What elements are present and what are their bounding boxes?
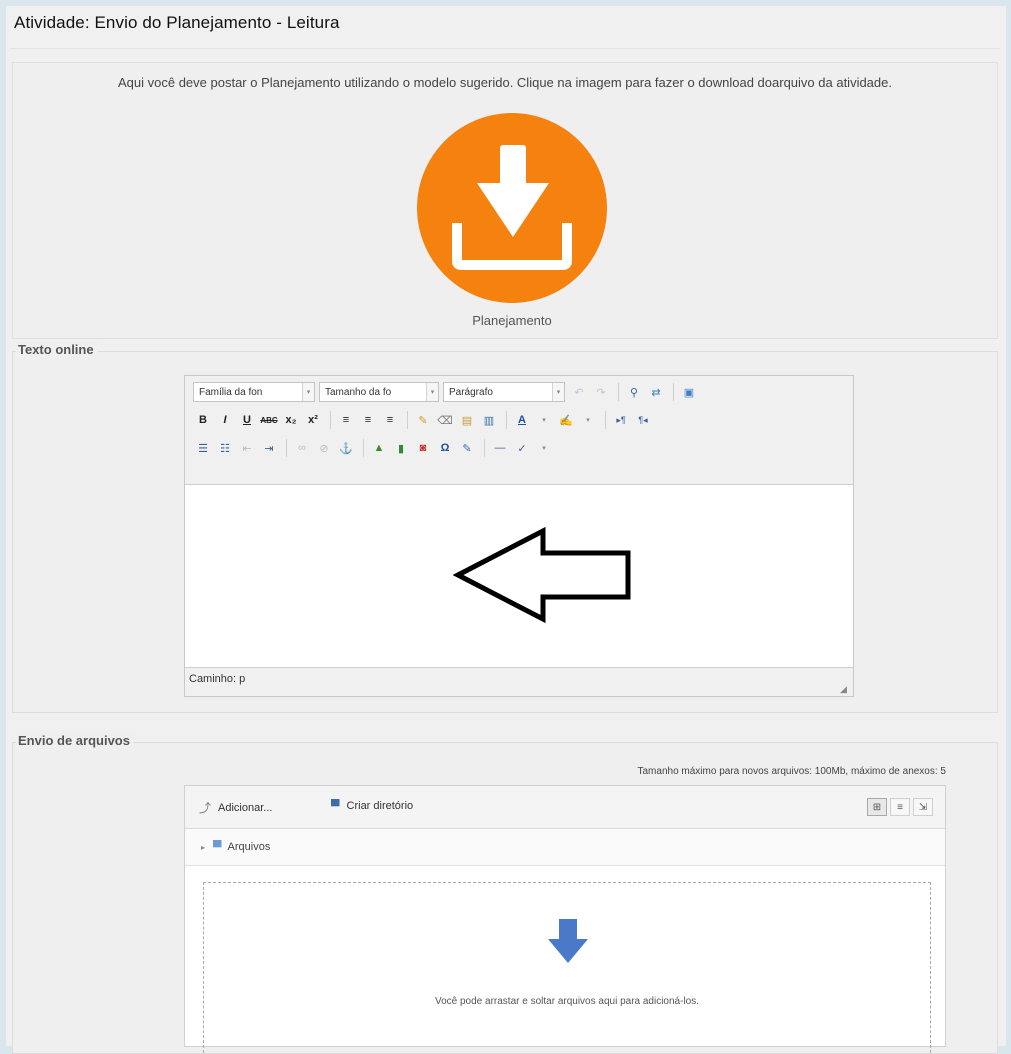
- download-arrow-icon: [452, 145, 572, 270]
- indent-icon[interactable]: ⇥: [259, 438, 279, 458]
- fullscreen-icon[interactable]: ▣: [679, 382, 699, 402]
- title-divider: [10, 48, 1000, 49]
- download-caption[interactable]: Planejamento: [412, 313, 612, 328]
- link-icon[interactable]: ∞: [292, 438, 312, 458]
- chevron-down-icon[interactable]: ▾: [534, 438, 554, 458]
- upload-limits: Tamanho máximo para novos arquivos: 100M…: [637, 766, 947, 777]
- toolbar-separator: [363, 439, 364, 457]
- chevron-down-icon: ▾: [552, 383, 564, 401]
- align-left-icon[interactable]: ≡: [336, 410, 356, 430]
- view-switcher: ⊞ ≡ ⇲: [864, 798, 933, 816]
- list-view-icon[interactable]: ≡: [890, 798, 910, 816]
- font-size-value: Tamanho da fo: [325, 386, 392, 398]
- drop-zone-text: Você pode arrastar e soltar arquivos aqu…: [434, 996, 700, 1007]
- special-char-icon[interactable]: Ω: [435, 438, 455, 458]
- editor-toolbar-row-3: ☰ ☷ ⇤ ⇥ ∞ ⊘ ⚓ ▲ ▮ ◙ Ω ✎ — ✓ ▾: [193, 436, 556, 460]
- drop-arrow-icon: [548, 919, 588, 963]
- add-file-label: Adicionar...: [218, 801, 273, 814]
- intro-text: Aqui você deve postar o Planejamento uti…: [118, 75, 892, 90]
- bullet-list-icon[interactable]: ☰: [193, 438, 213, 458]
- spellcheck-icon[interactable]: ✓: [512, 438, 532, 458]
- numbered-list-icon[interactable]: ☷: [215, 438, 235, 458]
- strikethrough-button[interactable]: ABC: [259, 410, 279, 430]
- toolbar-separator: [506, 411, 507, 429]
- arrow-left-annotation-icon: [453, 526, 631, 624]
- eraser-icon[interactable]: ⌫: [435, 410, 455, 430]
- ltr-icon[interactable]: ▸¶: [611, 410, 631, 430]
- find-icon[interactable]: ⚲: [624, 382, 644, 402]
- add-file-button[interactable]: ⤴ Adicionar...: [199, 799, 272, 816]
- toolbar-separator: [407, 411, 408, 429]
- toolbar-separator: [484, 439, 485, 457]
- paste-text-icon[interactable]: ▤: [457, 410, 477, 430]
- toolbar-separator: [618, 383, 619, 401]
- online-text-legend: Texto online: [16, 342, 98, 357]
- file-manager-toolbar: ⤴ Adicionar... ▀ Criar diretório ⊞ ≡ ⇲: [185, 786, 945, 829]
- align-center-icon[interactable]: ≡: [358, 410, 378, 430]
- clean-format-icon[interactable]: ✎: [413, 410, 433, 430]
- breadcrumb-folder[interactable]: Arquivos: [228, 841, 271, 853]
- image-icon[interactable]: ▲: [369, 438, 389, 458]
- editor-toolbar-row-1: Família da fon ▾ Tamanho da fo ▾ Parágra…: [193, 380, 701, 404]
- editor-toolbar-row-2: B I U ABC x₂ x² ≡ ≡ ≡ ✎ ⌫ ▤ ▥ A ▾ ✍ ▾ ▸¶…: [193, 408, 655, 432]
- paragraph-select[interactable]: Parágrafo ▾: [443, 382, 565, 402]
- horizontal-rule-icon[interactable]: —: [490, 438, 510, 458]
- toolbar-separator: [286, 439, 287, 457]
- paste-word-icon[interactable]: ▥: [479, 410, 499, 430]
- add-file-icon: ⤴: [199, 801, 212, 815]
- font-size-select[interactable]: Tamanho da fo ▾: [319, 382, 439, 402]
- editor-content-area[interactable]: [185, 484, 853, 668]
- rich-text-editor: Família da fon ▾ Tamanho da fo ▾ Parágra…: [184, 375, 854, 697]
- italic-button[interactable]: I: [215, 410, 235, 430]
- redo-icon[interactable]: ↷: [591, 382, 611, 402]
- download-icon[interactable]: [417, 113, 607, 303]
- font-color-icon[interactable]: A: [512, 410, 532, 430]
- align-right-icon[interactable]: ≡: [380, 410, 400, 430]
- anchor-icon[interactable]: ⚓: [336, 438, 356, 458]
- breadcrumb: ▸ ▀ Arquivos: [185, 829, 945, 866]
- replace-icon[interactable]: ⇄: [646, 382, 666, 402]
- chevron-down-icon[interactable]: ▾: [578, 410, 598, 430]
- folder-add-icon: ▀: [331, 799, 340, 813]
- toolbar-separator: [330, 411, 331, 429]
- chevron-down-icon: ▾: [302, 383, 314, 401]
- editor-path: Caminho: p: [189, 673, 246, 685]
- toolbar-separator: [605, 411, 606, 429]
- chevron-right-icon: ▸: [201, 842, 206, 852]
- highlight-color-icon[interactable]: ✍: [556, 410, 576, 430]
- folder-icon: ▀: [213, 840, 222, 854]
- create-folder-label: Criar diretório: [346, 800, 414, 812]
- underline-button[interactable]: U: [237, 410, 257, 430]
- media-icon[interactable]: ▮: [391, 438, 411, 458]
- table-icon[interactable]: ✎: [457, 438, 477, 458]
- font-family-select[interactable]: Família da fon ▾: [193, 382, 315, 402]
- chevron-down-icon: ▾: [426, 383, 438, 401]
- undo-icon[interactable]: ↶: [569, 382, 589, 402]
- unlink-icon[interactable]: ⊘: [314, 438, 334, 458]
- outdent-icon[interactable]: ⇤: [237, 438, 257, 458]
- rtl-icon[interactable]: ¶◂: [633, 410, 653, 430]
- file-manager: ⤴ Adicionar... ▀ Criar diretório ⊞ ≡ ⇲ ▸…: [184, 785, 946, 1053]
- font-family-value: Família da fon: [199, 386, 263, 398]
- tree-view-icon[interactable]: ⇲: [913, 798, 933, 816]
- page-title: Atividade: Envio do Planejamento - Leitu…: [14, 13, 340, 32]
- toolbar-separator: [673, 383, 674, 401]
- drop-zone[interactable]: Você pode arrastar e soltar arquivos aqu…: [203, 882, 931, 1053]
- paragraph-value: Parágrafo: [449, 386, 493, 398]
- bold-button[interactable]: B: [193, 410, 213, 430]
- create-folder-button[interactable]: ▀ Criar diretório: [331, 799, 413, 813]
- subscript-button[interactable]: x₂: [281, 410, 301, 430]
- chevron-down-icon[interactable]: ▾: [534, 410, 554, 430]
- resize-handle-icon[interactable]: ◢: [840, 684, 850, 694]
- superscript-button[interactable]: x²: [303, 410, 323, 430]
- icon-view-icon[interactable]: ⊞: [867, 798, 887, 816]
- file-upload-legend: Envio de arquivos: [16, 733, 134, 748]
- moodle-media-icon[interactable]: ◙: [413, 438, 433, 458]
